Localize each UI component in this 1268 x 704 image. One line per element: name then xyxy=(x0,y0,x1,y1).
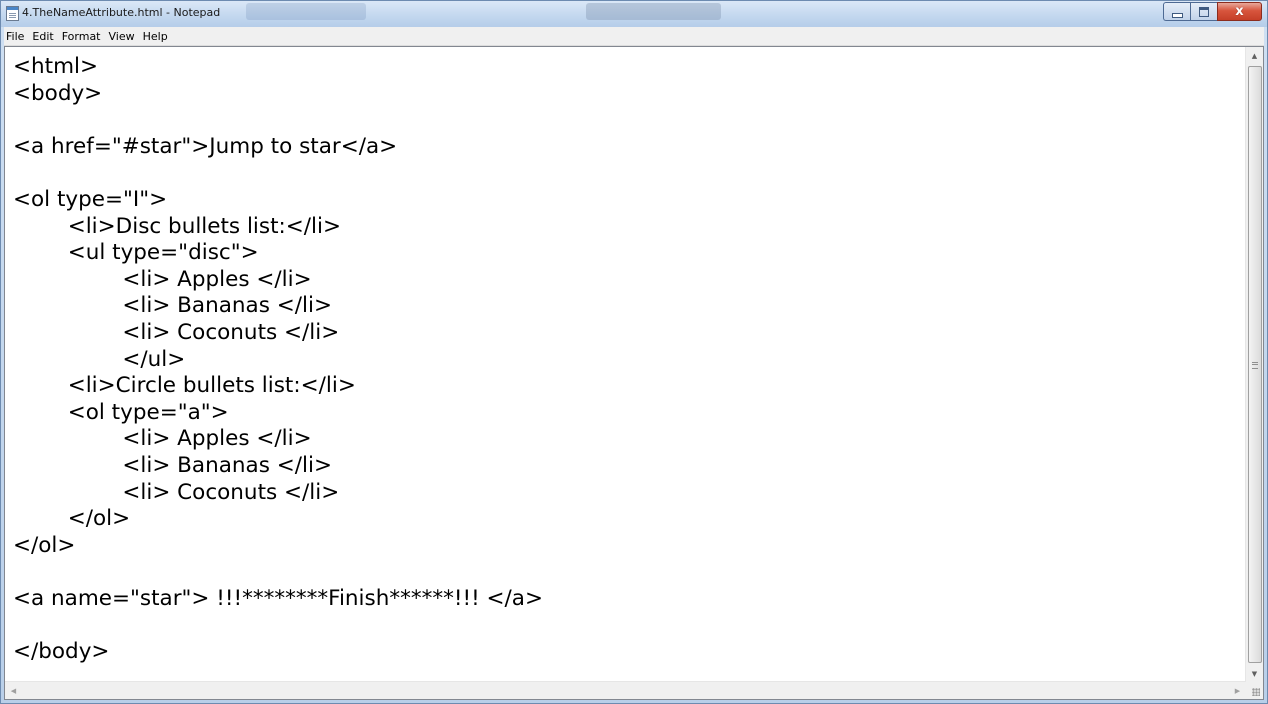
menu-help[interactable]: Help xyxy=(139,30,172,43)
code-line[interactable]: <ul type="disc"> xyxy=(13,240,259,265)
menu-edit[interactable]: Edit xyxy=(28,30,57,43)
menu-file[interactable]: File xyxy=(4,30,28,43)
resize-grip-icon[interactable] xyxy=(1246,682,1263,699)
maximize-button[interactable] xyxy=(1190,2,1217,21)
scroll-down-icon[interactable]: ▼ xyxy=(1246,665,1263,682)
title-bar-glow xyxy=(246,3,366,20)
code-line[interactable]: <body> xyxy=(13,81,102,106)
maximize-icon xyxy=(1199,6,1209,17)
title-bar-glow xyxy=(586,3,721,20)
code-line[interactable]: <li>Circle bullets list:</li> xyxy=(13,373,356,398)
code-line[interactable]: </body> xyxy=(13,639,109,664)
grip-icon xyxy=(1252,361,1258,369)
editor-frame: <html> <body> <a href="#star">Jump to st… xyxy=(4,46,1264,700)
code-line[interactable]: <ol type="I"> xyxy=(13,187,167,212)
code-line[interactable]: <li> Apples </li> xyxy=(13,267,311,292)
notepad-window: 4.TheNameAttribute.html - Notepad x File… xyxy=(0,0,1268,704)
scroll-right-icon[interactable]: ▶ xyxy=(1229,682,1246,699)
menu-bar: File Edit Format View Help xyxy=(4,27,1264,46)
code-line[interactable]: <li> Bananas </li> xyxy=(13,293,332,318)
minimize-icon xyxy=(1171,13,1183,18)
code-line[interactable]: </ol> xyxy=(13,533,75,558)
code-line[interactable]: </ul> xyxy=(13,347,185,372)
minimize-button[interactable] xyxy=(1163,2,1190,21)
text-editor[interactable]: <html> <body> <a href="#star">Jump to st… xyxy=(5,47,1246,682)
vertical-scrollbar[interactable]: ▲ ▼ xyxy=(1245,47,1263,682)
code-line[interactable]: <a href="#star">Jump to star</a> xyxy=(13,134,397,159)
window-title: 4.TheNameAttribute.html - Notepad xyxy=(22,6,221,19)
code-line[interactable]: </ol> xyxy=(13,506,130,531)
caption-buttons: x xyxy=(1163,2,1262,21)
code-line[interactable]: <li> Apples </li> xyxy=(13,426,311,451)
horizontal-scrollbar[interactable]: ◀ ▶ xyxy=(5,681,1246,699)
code-line[interactable]: <li> Coconuts </li> xyxy=(13,480,339,505)
close-button[interactable]: x xyxy=(1217,2,1262,21)
vertical-scroll-thumb[interactable] xyxy=(1248,66,1262,663)
scroll-left-icon[interactable]: ◀ xyxy=(5,682,22,699)
menu-format[interactable]: Format xyxy=(58,30,105,43)
code-line[interactable]: <ol type="a"> xyxy=(13,400,229,425)
code-line[interactable]: <li>Disc bullets list:</li> xyxy=(13,214,341,239)
code-line[interactable]: <li> Bananas </li> xyxy=(13,453,332,478)
code-line[interactable]: <a name="star"> !!!********Finish******!… xyxy=(13,586,543,611)
scroll-up-icon[interactable]: ▲ xyxy=(1246,47,1263,64)
notepad-icon[interactable] xyxy=(6,6,19,21)
close-icon: x xyxy=(1235,4,1244,19)
editor-text[interactable]: <html> <body> <a href="#star">Jump to st… xyxy=(5,47,1246,666)
code-line[interactable]: <li> Coconuts </li> xyxy=(13,320,339,345)
title-bar[interactable]: 4.TheNameAttribute.html - Notepad x xyxy=(1,1,1267,27)
menu-view[interactable]: View xyxy=(105,30,139,43)
code-line[interactable]: <html> xyxy=(13,54,98,79)
